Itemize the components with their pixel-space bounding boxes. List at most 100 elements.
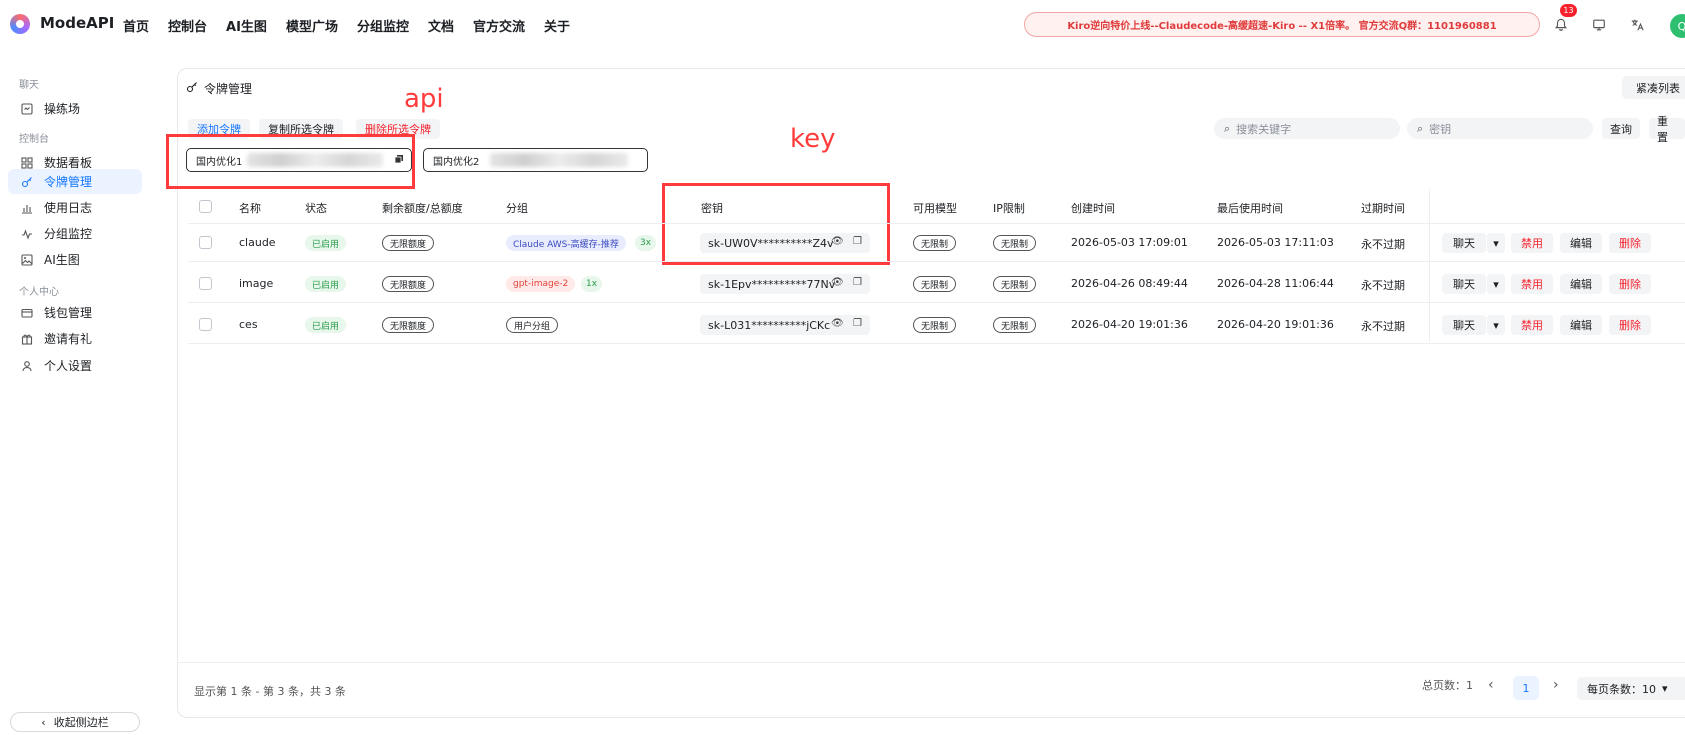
sidebar-item-settings[interactable]: 个人设置 — [8, 353, 142, 378]
delete-button[interactable]: 删除 — [1609, 233, 1651, 253]
page-title: 令牌管理 — [186, 80, 252, 97]
sidebar-item-invite[interactable]: 邀请有礼 — [8, 326, 142, 351]
expires: 永不过期 — [1361, 238, 1405, 251]
brand-logo[interactable] — [10, 14, 30, 34]
nav-console[interactable]: 控制台 — [168, 16, 207, 35]
sidebar-item-token-management[interactable]: 令牌管理 — [8, 169, 142, 194]
nav-ai-image[interactable]: AI生图 — [226, 16, 267, 35]
key-search-input[interactable]: ⌕ 密钥 — [1407, 118, 1593, 139]
compact-list-toggle[interactable]: 紧凑列表 — [1622, 76, 1685, 99]
ip-limit-badge: 无限制 — [993, 276, 1037, 292]
nav-home[interactable]: 首页 — [123, 16, 149, 35]
search-icon: ⌕ — [1224, 121, 1231, 135]
sidebar-item-playground[interactable]: 操练场 — [8, 96, 142, 121]
created-time: 2026-04-20 19:01:36 — [1071, 318, 1188, 331]
announcement-banner[interactable]: Kiro逆向特价上线--Claudecode-高缓超速-Kiro -- X1倍率… — [1024, 12, 1540, 37]
chevron-left-icon: ‹ — [41, 715, 46, 729]
disable-button[interactable]: 禁用 — [1511, 315, 1553, 335]
chat-button[interactable]: 聊天 — [1442, 274, 1486, 294]
nav-about[interactable]: 关于 — [544, 16, 570, 35]
column-status: 状态 — [305, 202, 327, 215]
key-field: sk-UW0V**********Z4v 👁 ❐ — [700, 233, 870, 253]
column-quota: 剩余额度/总额度 — [382, 202, 463, 215]
table-row: image 已启用 无限额度 gpt-image-2 1x sk-1Epv***… — [188, 265, 1685, 303]
row-checkbox[interactable] — [199, 236, 212, 249]
last-used-time: 2026-04-28 11:06:44 — [1217, 277, 1334, 290]
chat-button[interactable]: 聊天 — [1442, 233, 1486, 253]
nav-docs[interactable]: 文档 — [428, 16, 454, 35]
column-expires: 过期时间 — [1361, 202, 1405, 215]
user-avatar[interactable]: Q — [1670, 14, 1685, 38]
sidebar-item-wallet[interactable]: 钱包管理 — [8, 300, 142, 325]
edit-button[interactable]: 编辑 — [1560, 274, 1602, 294]
delete-button[interactable]: 删除 — [1609, 315, 1651, 335]
reset-button[interactable]: 重置 — [1649, 115, 1685, 144]
key-field: sk-L031**********jCKc 👁 ❐ — [700, 315, 870, 335]
token-name: ces — [239, 318, 258, 331]
models-badge: 无限制 — [913, 276, 957, 292]
delete-button[interactable]: 删除 — [1609, 274, 1651, 294]
row-checkbox[interactable] — [199, 277, 212, 290]
sidebar-item-group-monitor[interactable]: 分组监控 — [8, 221, 142, 246]
masked-key: sk-1Epv**********77Nv — [708, 277, 836, 291]
last-used-time: 2026-05-03 17:11:03 — [1217, 236, 1334, 249]
nav-model-plaza[interactable]: 模型广场 — [286, 16, 338, 35]
sidebar-item-ai-image[interactable]: AI生图 — [8, 247, 142, 272]
created-time: 2026-04-26 08:49:44 — [1071, 277, 1188, 290]
current-page-button[interactable]: 1 — [1513, 676, 1539, 700]
keyword-search-input[interactable]: ⌕ 搜索关键字 — [1214, 118, 1400, 139]
ip-limit-badge: 无限制 — [993, 317, 1037, 333]
disable-button[interactable]: 禁用 — [1511, 233, 1553, 253]
masked-key: sk-UW0V**********Z4v — [708, 236, 834, 250]
key-icon — [186, 81, 198, 96]
edit-button[interactable]: 编辑 — [1560, 315, 1602, 335]
nav-group-monitor[interactable]: 分组监控 — [357, 16, 409, 35]
copy-icon[interactable]: ❐ — [853, 318, 862, 329]
row-checkbox[interactable] — [199, 318, 212, 331]
copy-icon[interactable]: ❐ — [853, 236, 862, 247]
notification-count-badge: 13 — [1560, 4, 1577, 17]
eye-icon[interactable]: 👁 — [831, 236, 844, 247]
eye-icon[interactable]: 👁 — [831, 277, 844, 288]
disable-button[interactable]: 禁用 — [1511, 274, 1553, 294]
edit-button[interactable]: 编辑 — [1560, 233, 1602, 253]
dashboard-icon — [20, 156, 34, 170]
chevron-down-icon[interactable]: ▾ — [1487, 233, 1505, 253]
monitor-icon[interactable] — [1587, 13, 1611, 37]
eye-icon[interactable]: 👁 — [831, 318, 844, 329]
nav-official-chat[interactable]: 官方交流 — [473, 16, 525, 35]
key-field: sk-1Epv**********77Nv 👁 ❐ — [700, 274, 870, 294]
masked-key: sk-L031**********jCKc — [708, 318, 831, 332]
token-chip-2[interactable]: 国内优化2 — [423, 148, 648, 172]
footer-divider — [177, 662, 1685, 663]
translate-icon[interactable] — [1625, 13, 1649, 37]
sidebar-item-label: 钱包管理 — [44, 306, 93, 320]
collapse-sidebar-button[interactable]: ‹ 收起侧边栏 — [10, 712, 140, 732]
sidebar-item-label: 邀请有礼 — [44, 332, 93, 346]
api-annotation-label: api — [404, 84, 444, 114]
ratio-badge: 3x — [635, 235, 657, 251]
sidebar-section-personal: 个人中心 — [19, 287, 59, 298]
status-badge: 已启用 — [305, 276, 347, 292]
table-header: 名称 状态 剩余额度/总额度 分组 密钥 可用模型 IP限制 创建时间 最后使用… — [188, 190, 1685, 224]
select-all-checkbox[interactable] — [199, 200, 212, 213]
page-size-select[interactable]: 每页条数：10 ▾ — [1577, 677, 1685, 700]
sidebar-item-label: 操练场 — [44, 102, 81, 116]
last-used-time: 2026-04-20 19:01:36 — [1217, 318, 1334, 331]
chevron-down-icon[interactable]: ▾ — [1487, 315, 1505, 335]
chat-button[interactable]: 聊天 — [1442, 315, 1486, 335]
sidebar-item-label: 个人设置 — [44, 359, 93, 373]
sidebar-item-usage-log[interactable]: 使用日志 — [8, 195, 142, 220]
copy-icon[interactable]: ❐ — [853, 277, 862, 288]
prev-page-button[interactable]: ‹ — [1488, 677, 1494, 693]
brand-name[interactable]: ModeAPI — [40, 14, 114, 32]
main-nav: 首页 控制台 AI生图 模型广场 分组监控 文档 官方交流 关于 — [123, 16, 589, 35]
query-button[interactable]: 查询 — [1602, 118, 1640, 139]
wallet-icon — [20, 306, 34, 320]
models-badge: 无限制 — [913, 235, 957, 251]
next-page-button[interactable]: › — [1553, 677, 1559, 693]
status-badge: 已启用 — [305, 235, 347, 251]
chevron-down-icon: ▾ — [1662, 682, 1668, 695]
group-badge: gpt-image-2 — [506, 276, 576, 292]
chevron-down-icon[interactable]: ▾ — [1487, 274, 1505, 294]
